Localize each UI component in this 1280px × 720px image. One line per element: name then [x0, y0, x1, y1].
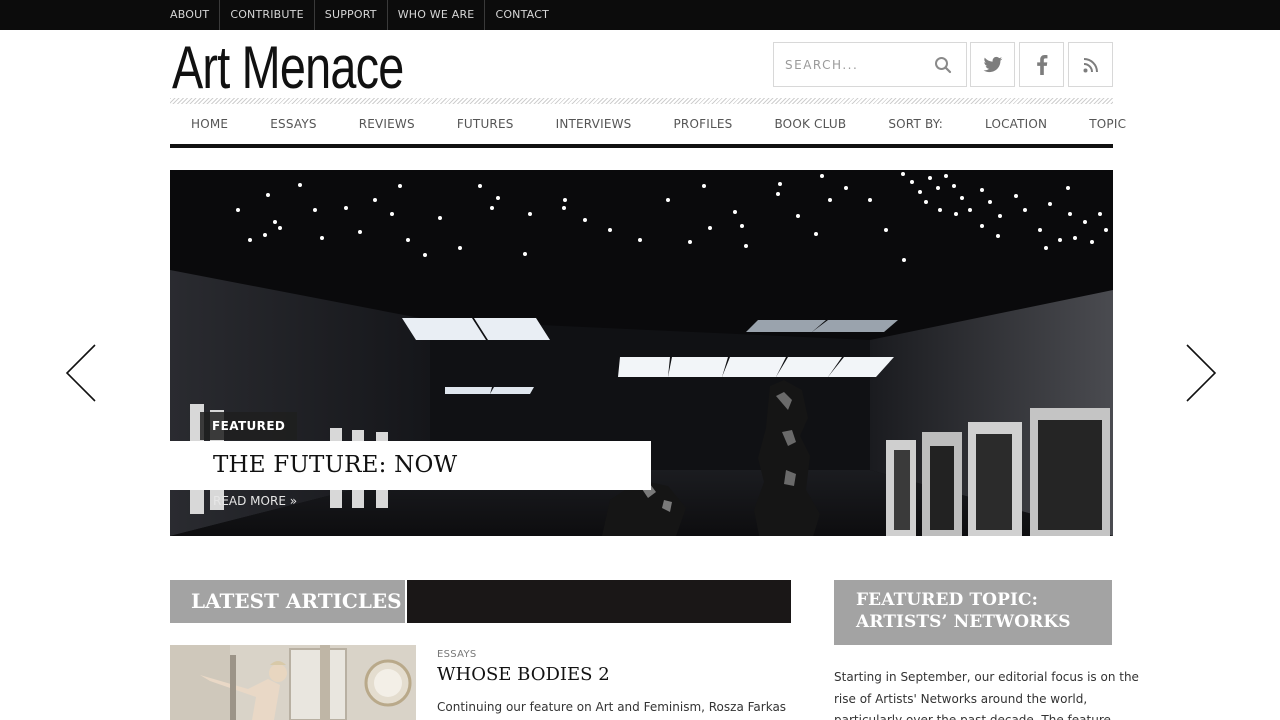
facebook-icon	[1036, 54, 1047, 75]
nav-location[interactable]: LOCATION	[964, 117, 1068, 131]
featured-topic-heading-line1: FEATURED TOPIC:	[856, 590, 1039, 610]
latest-articles-heading: LATEST ARTICLES	[191, 589, 402, 613]
nav-essays[interactable]: ESSAYS	[249, 117, 337, 131]
nav-reviews[interactable]: REVIEWS	[338, 117, 436, 131]
top-nav-contact[interactable]: CONTACT	[485, 0, 559, 30]
article-excerpt: Continuing our feature on Art and Femini…	[437, 700, 787, 714]
article-thumbnail[interactable]	[170, 645, 416, 720]
nav-interviews[interactable]: INTERVIEWS	[535, 117, 653, 131]
twitter-button[interactable]	[970, 42, 1015, 87]
featured-topic-text: Starting in September, our editorial foc…	[834, 667, 1139, 720]
article-category[interactable]: ESSAYS	[437, 649, 477, 660]
featured-tag: FEATURED	[200, 412, 298, 440]
nav-profiles[interactable]: PROFILES	[653, 117, 754, 131]
search-box	[773, 42, 967, 87]
article-title[interactable]: WHOSE BODIES 2	[437, 664, 610, 685]
nav-home[interactable]: HOME	[170, 117, 249, 131]
twitter-icon	[983, 56, 1002, 72]
nav-book-club[interactable]: BOOK CLUB	[753, 117, 867, 131]
search-input[interactable]	[774, 44, 924, 85]
top-nav-who-we-are[interactable]: WHO WE ARE	[388, 0, 486, 30]
nav-topic[interactable]: TOPIC	[1068, 117, 1147, 131]
hero-title-box[interactable]: THE FUTURE: NOW	[170, 441, 651, 490]
featured-topic-box: FEATURED TOPIC: ARTISTS’ NETWORKS	[834, 580, 1112, 645]
rss-button[interactable]	[1068, 42, 1113, 87]
featured-topic-text-line: particularly over the past decade. The f…	[834, 713, 1111, 720]
site-logo[interactable]: Art Menace	[172, 34, 404, 102]
featured-topic-heading-line2[interactable]: ARTISTS’ NETWORKS	[856, 612, 1071, 632]
main-nav: HOME ESSAYS REVIEWS FUTURES INTERVIEWS P…	[170, 104, 1126, 144]
featured-topic-text-line: rise of Artists' Networks around the wor…	[834, 691, 1088, 706]
top-nav-about[interactable]: ABOUT	[170, 0, 221, 30]
nav-futures[interactable]: FUTURES	[436, 117, 535, 131]
facebook-button[interactable]	[1019, 42, 1064, 87]
featured-topic-text-line: Starting in September, our editorial foc…	[834, 670, 1139, 684]
slider-prev-arrow-icon[interactable]	[64, 343, 98, 403]
top-nav-contribute[interactable]: CONTRIBUTE	[220, 0, 315, 30]
nav-underline	[170, 144, 1113, 148]
slider-next-arrow-icon[interactable]	[1184, 343, 1218, 403]
hero-title[interactable]: THE FUTURE: NOW	[213, 441, 457, 490]
latest-articles-header: LATEST ARTICLES	[170, 580, 791, 623]
top-nav: ABOUT CONTRIBUTE SUPPORT WHO WE ARE CONT…	[170, 0, 559, 30]
search-icon[interactable]	[934, 56, 952, 74]
nav-sort-by[interactable]: SORT BY:	[867, 117, 964, 131]
top-nav-support[interactable]: SUPPORT	[315, 0, 388, 30]
article-photo	[170, 645, 416, 720]
latest-articles-label: LATEST ARTICLES	[170, 580, 407, 623]
rss-icon	[1083, 57, 1098, 72]
read-more-link[interactable]: READ MORE »	[213, 494, 297, 508]
top-bar: ABOUT CONTRIBUTE SUPPORT WHO WE ARE CONT…	[0, 0, 1280, 30]
